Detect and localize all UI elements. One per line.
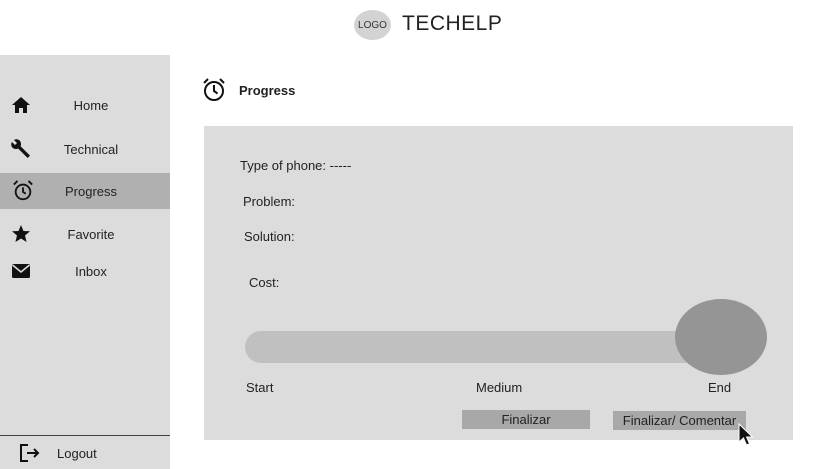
sidebar-item-label: Progress (64, 183, 118, 199)
cost-label: Cost: (249, 275, 280, 290)
sidebar-item-label: Favorite (67, 226, 115, 242)
sidebar-item-progress[interactable]: Progress (0, 173, 170, 209)
finalize-comment-button[interactable]: Finalizar/ Comentar (613, 411, 746, 430)
page-title: Progress (239, 83, 296, 98)
logo-text: LOGO (358, 19, 387, 31)
progress-medium-label: Medium (476, 380, 523, 395)
sidebar-item-label: Technical (63, 141, 119, 157)
progress-end-label: End (708, 380, 732, 395)
progress-start-label: Start (246, 380, 274, 395)
sidebar-item-technical[interactable]: Technical (0, 131, 170, 167)
logout-divider (0, 435, 170, 436)
sidebar-item-favorite[interactable]: Favorite (0, 216, 170, 252)
phone-type-text: Type of phone: ----- (240, 158, 352, 173)
sidebar-item-label: Inbox (75, 263, 107, 279)
logout-button[interactable]: Logout (0, 437, 170, 469)
logout-icon (19, 442, 41, 464)
app-title: TECHELP (402, 12, 503, 35)
alarm-clock-icon (202, 77, 226, 108)
section-header (202, 77, 226, 108)
sidebar-item-label: Home (73, 97, 109, 113)
mouse-cursor-icon (737, 422, 755, 447)
logout-label: Logout (57, 445, 97, 461)
solution-label: Solution: (244, 229, 295, 244)
progress-knob[interactable] (675, 299, 767, 375)
logo: LOGO (354, 10, 391, 40)
app-header: LOGO TECHELP (0, 0, 834, 52)
progress-track (245, 331, 735, 363)
sidebar-item-inbox[interactable]: Inbox (0, 253, 170, 289)
sidebar: Home Technical Progress Favorite Inbox L… (0, 55, 170, 469)
finalize-button[interactable]: Finalizar (462, 410, 590, 429)
sidebar-item-home[interactable]: Home (0, 87, 170, 123)
problem-label: Problem: (243, 194, 296, 209)
